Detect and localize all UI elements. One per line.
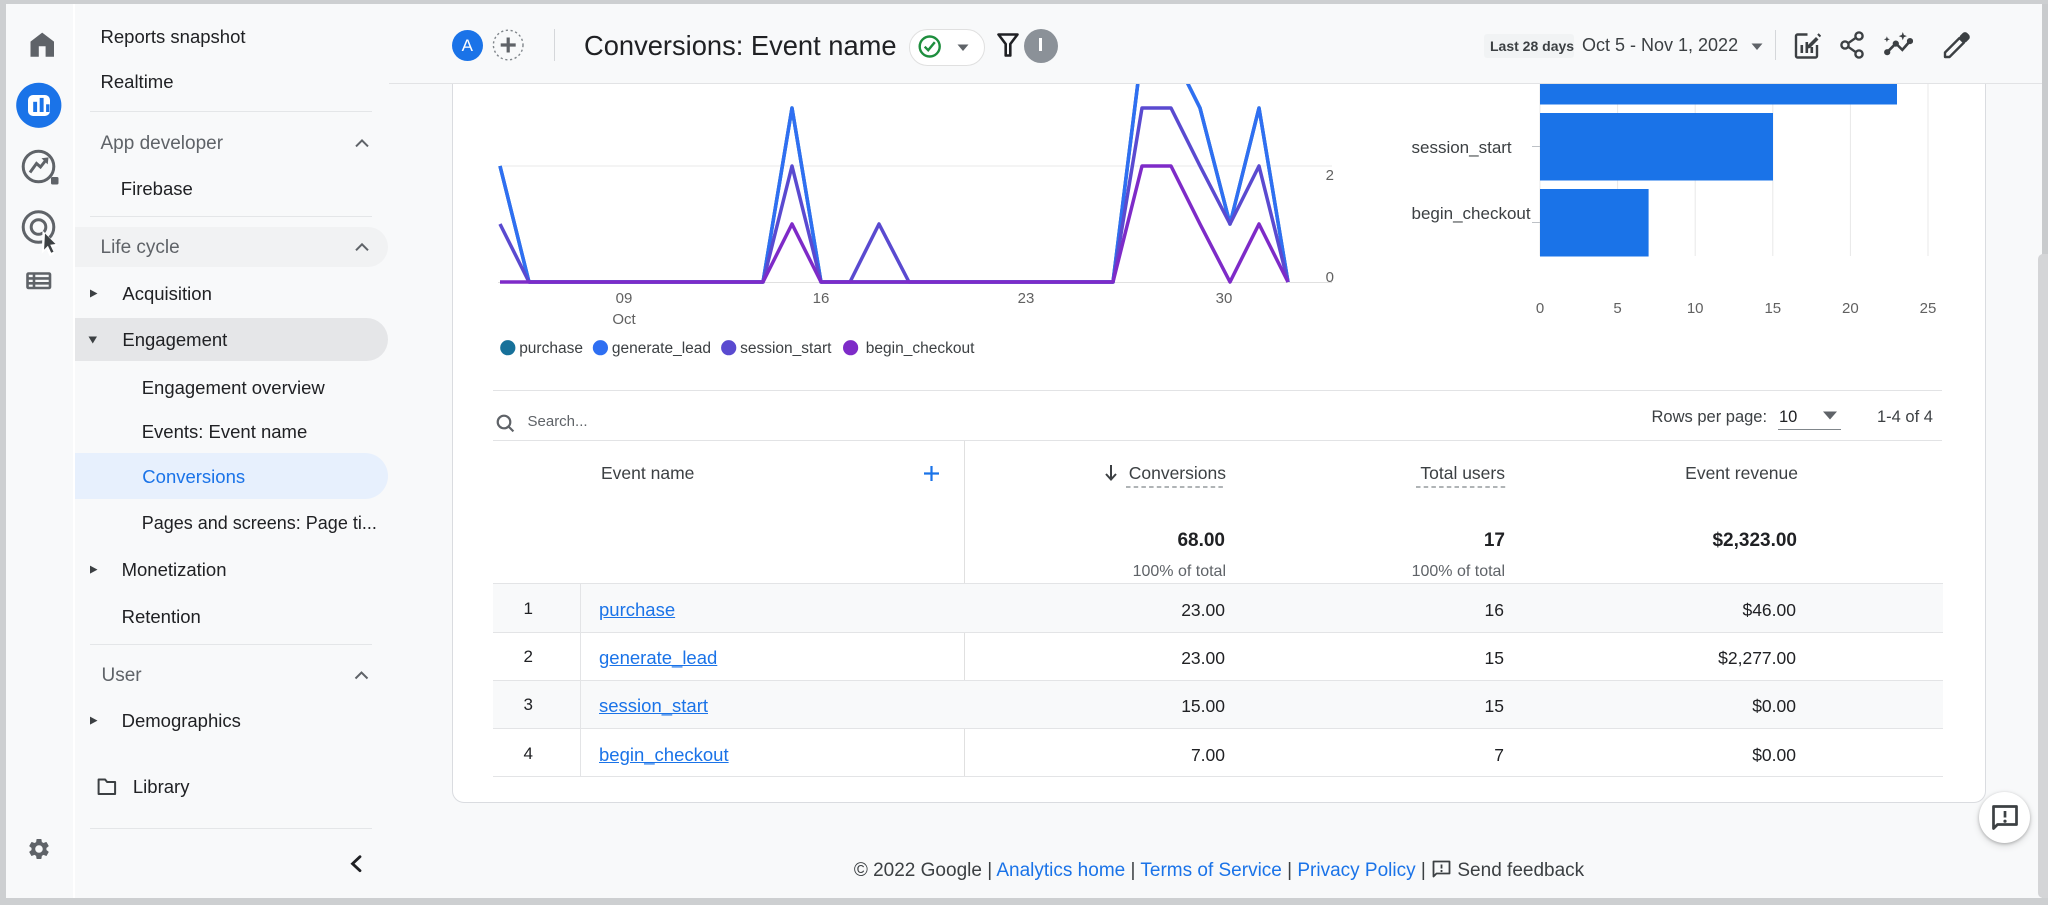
- svg-text:2: 2: [1326, 167, 1334, 184]
- svg-text:session_start: session_start: [1412, 138, 1512, 157]
- svg-text:begin_checkout: begin_checkout: [1412, 204, 1531, 223]
- svg-text:20: 20: [1842, 300, 1859, 317]
- svg-text:09: 09: [616, 290, 633, 307]
- svg-text:30: 30: [1216, 290, 1233, 307]
- svg-text:Oct: Oct: [612, 311, 636, 328]
- svg-text:generate_lead: generate_lead: [612, 340, 711, 357]
- svg-text:purchase: purchase: [519, 340, 583, 357]
- svg-text:15: 15: [1764, 300, 1781, 317]
- svg-text:10: 10: [1687, 300, 1704, 317]
- svg-text:23: 23: [1018, 290, 1035, 307]
- svg-text:16: 16: [813, 290, 830, 307]
- svg-text:0: 0: [1536, 300, 1544, 317]
- svg-text:5: 5: [1613, 300, 1621, 317]
- svg-text:0: 0: [1326, 269, 1334, 286]
- svg-text:session_start: session_start: [740, 340, 832, 357]
- svg-text:begin_checkout: begin_checkout: [866, 340, 975, 357]
- svg-text:25: 25: [1920, 300, 1937, 317]
